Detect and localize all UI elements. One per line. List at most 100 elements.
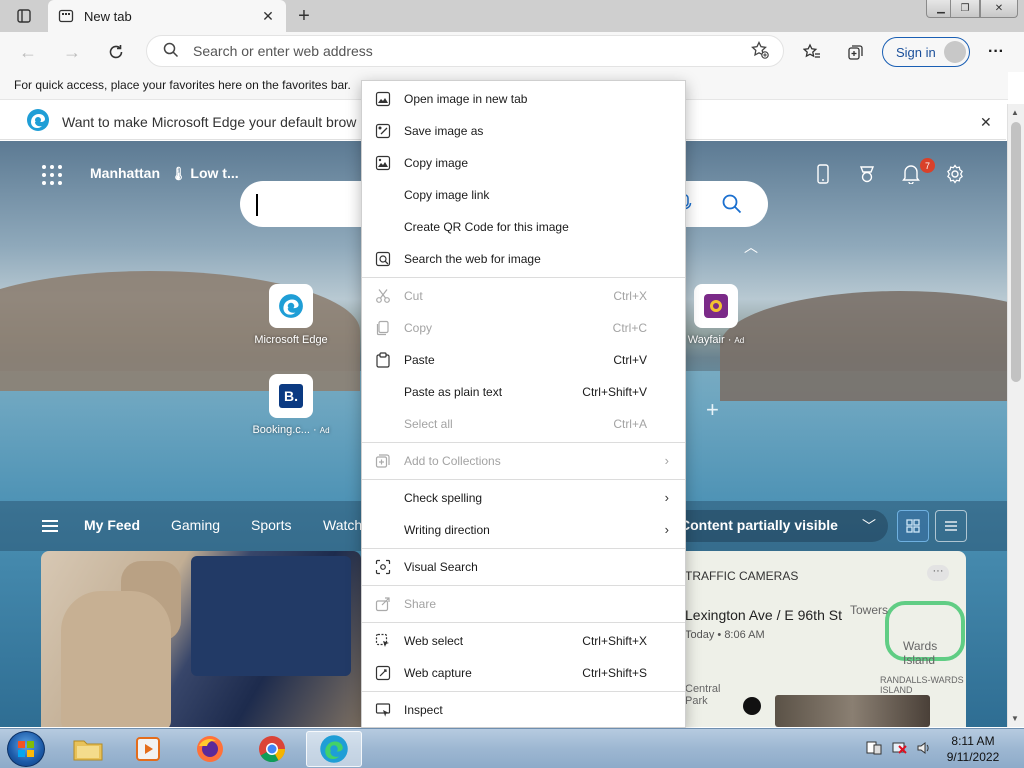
traffic-cameras-card[interactable]: TRAFFIC CAMERAS ··· Lexington Ave / E 96… <box>685 551 966 727</box>
address-placeholder: Search or enter web address <box>193 43 373 59</box>
content-visibility-dropdown[interactable]: Content partially visible ﹀ <box>670 510 888 542</box>
page-scrollbar[interactable]: ▲ ▼ <box>1007 104 1024 727</box>
menu-item-label: Copy image <box>404 156 469 170</box>
settings-gear-icon[interactable] <box>942 161 968 187</box>
weather-label[interactable]: 🌡 Low t... <box>170 165 239 182</box>
menu-item-visual-search[interactable]: Visual Search <box>362 551 685 583</box>
menu-item-shortcut: Ctrl+Shift+X <box>582 634 647 648</box>
forward-icon[interactable]: → <box>58 38 86 66</box>
scrollbar-thumb[interactable] <box>1011 122 1021 382</box>
action-center-icon[interactable] <box>866 741 882 755</box>
collections-icon <box>375 453 391 469</box>
app-launcher-icon[interactable] <box>42 165 62 185</box>
menu-item-label: Writing direction <box>404 523 490 537</box>
menu-separator <box>362 548 685 549</box>
maximize-button[interactable]: ❐ <box>950 0 980 18</box>
firefox-icon[interactable] <box>182 731 238 767</box>
news-card-image[interactable] <box>41 551 361 727</box>
toolbar: ← → Search or enter web address Sign in … <box>0 32 1024 72</box>
edge-logo-icon <box>26 108 50 135</box>
tab-new-tab[interactable]: New tab ✕ <box>48 0 286 32</box>
menu-item-label: Share <box>404 597 437 611</box>
location-label[interactable]: Manhattan <box>90 165 160 181</box>
menu-item-search-the-web-for-image[interactable]: Search the web for image <box>362 243 685 275</box>
share-icon <box>375 596 391 612</box>
menu-item-label: Visual Search <box>404 560 478 574</box>
menu-icon[interactable] <box>42 520 58 532</box>
close-window-button[interactable]: ✕ <box>980 0 1018 18</box>
menu-item-paste[interactable]: Paste Ctrl+V <box>362 344 685 376</box>
refresh-icon[interactable] <box>102 38 130 66</box>
menu-item-web-select[interactable]: Web select Ctrl+Shift+X <box>362 625 685 657</box>
collections-icon[interactable] <box>842 38 870 66</box>
tab-my-feed[interactable]: My Feed <box>84 517 140 533</box>
file-explorer-icon[interactable] <box>60 731 116 767</box>
booking-logo-icon: B. <box>269 374 313 418</box>
menu-item-web-capture[interactable]: Web capture Ctrl+Shift+S <box>362 657 685 689</box>
menu-item-label: Open image in new tab <box>404 92 528 106</box>
paste-icon <box>375 352 391 368</box>
menu-item-shortcut: Ctrl+C <box>612 321 647 335</box>
notification-badge: 7 <box>920 158 935 173</box>
address-bar[interactable]: Search or enter web address <box>146 35 784 67</box>
menu-item-writing-direction[interactable]: Writing direction › <box>362 514 685 546</box>
system-clock[interactable]: 8:11 AM 9/11/2022 <box>934 733 1012 765</box>
grid-view-icon[interactable] <box>897 510 929 542</box>
scroll-up-icon[interactable]: ▲ <box>1011 108 1019 117</box>
menu-item-create-qr-code-for-this-image[interactable]: Create QR Code for this image <box>362 211 685 243</box>
menu-item-check-spelling[interactable]: Check spelling › <box>362 482 685 514</box>
text-caret <box>256 194 258 216</box>
menu-item-label: Save image as <box>404 124 484 138</box>
menu-item-save-image-as[interactable]: Save image as <box>362 115 685 147</box>
menu-item-copy-image-link[interactable]: Copy image link <box>362 179 685 211</box>
new-tab-button[interactable]: + <box>292 5 316 27</box>
card-title: TRAFFIC CAMERAS <box>685 569 799 583</box>
tab-bar: New tab ✕ + ▁ ❐ ✕ <box>0 0 1024 32</box>
edge-taskbar-icon[interactable] <box>306 731 362 767</box>
close-banner-icon[interactable]: ✕ <box>980 114 992 131</box>
menu-item-share: Share <box>362 588 685 620</box>
media-player-icon[interactable] <box>120 731 176 767</box>
more-menu-icon[interactable]: ··· <box>982 38 1010 66</box>
scissors-icon <box>375 288 391 304</box>
tab-sports[interactable]: Sports <box>251 517 291 533</box>
tile-label: Wayfair <box>687 334 725 346</box>
chrome-icon[interactable] <box>244 731 300 767</box>
scroll-down-icon[interactable]: ▼ <box>1011 714 1019 723</box>
quick-link-tile[interactable]: Microsoft Edge <box>231 284 351 346</box>
close-tab-icon[interactable]: ✕ <box>260 8 276 24</box>
chevron-up-icon[interactable]: ︿ <box>744 237 758 257</box>
add-site-icon[interactable]: + <box>706 397 719 423</box>
tab-watch[interactable]: Watch <box>323 517 362 533</box>
quick-link-tile[interactable]: B. Booking.c... · Ad <box>231 374 351 436</box>
menu-item-copy-image[interactable]: Copy image <box>362 147 685 179</box>
favorites-icon[interactable] <box>798 38 826 66</box>
copy-image-icon <box>375 155 391 171</box>
menu-item-select-all: Select all Ctrl+A <box>362 408 685 440</box>
camera-pin-icon[interactable] <box>743 697 761 715</box>
sign-in-button[interactable]: Sign in <box>882 37 970 67</box>
tab-gaming[interactable]: Gaming <box>171 517 220 533</box>
network-icon[interactable] <box>892 741 908 755</box>
menu-item-shortcut: Ctrl+A <box>613 417 647 431</box>
more-options-icon[interactable]: ··· <box>927 565 949 581</box>
menu-item-shortcut: Ctrl+Shift+S <box>582 666 647 680</box>
search-submit-icon[interactable] <box>722 194 742 217</box>
menu-item-add-to-collections: Add to Collections › <box>362 445 685 477</box>
menu-item-inspect[interactable]: Inspect <box>362 694 685 726</box>
thermometer-icon: 🌡 <box>170 166 187 181</box>
add-favorite-icon[interactable] <box>751 40 769 62</box>
menu-item-open-image-in-new-tab[interactable]: Open image in new tab <box>362 83 685 115</box>
phone-icon[interactable] <box>810 161 836 187</box>
menu-item-paste-as-plain-text[interactable]: Paste as plain text Ctrl+Shift+V <box>362 376 685 408</box>
volume-icon[interactable] <box>916 741 932 755</box>
menu-item-label: Check spelling <box>404 491 483 505</box>
tab-actions-icon[interactable] <box>8 5 40 27</box>
camera-thumbnail[interactable] <box>775 695 930 727</box>
search-image-icon <box>375 251 391 267</box>
rewards-icon[interactable] <box>854 161 880 187</box>
back-icon[interactable]: ← <box>14 38 42 66</box>
start-button[interactable] <box>7 731 45 767</box>
menu-separator <box>362 277 685 278</box>
list-view-icon[interactable] <box>935 510 967 542</box>
